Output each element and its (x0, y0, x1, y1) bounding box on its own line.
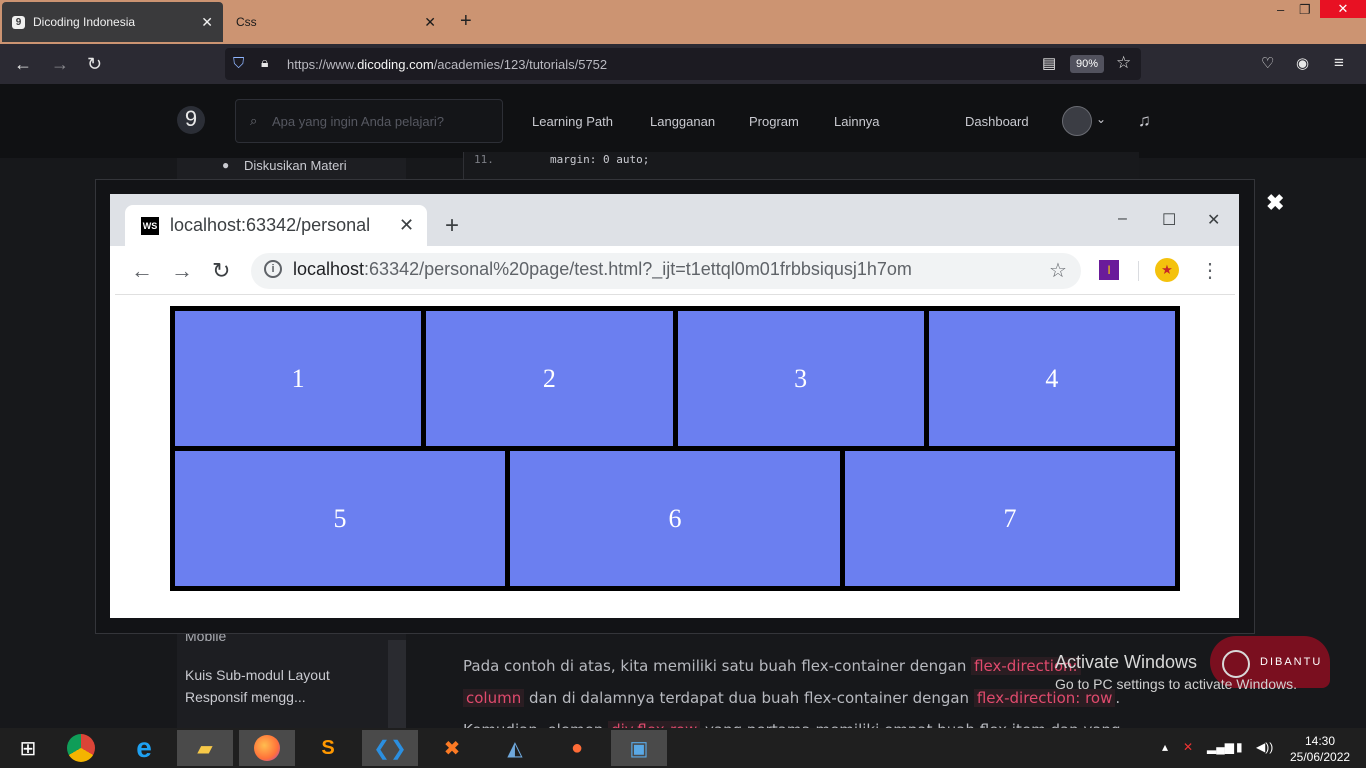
flex-row-1: 1 2 3 4 (175, 311, 1175, 446)
toolbar-divider (1138, 261, 1139, 281)
clock[interactable]: 14:30 25/06/2022 (1290, 733, 1350, 765)
shield-icon[interactable]: ⛉ (233, 55, 244, 72)
inner-url-text: localhost:63342/personal%20page/test.htm… (293, 259, 912, 279)
code-line: margin: 0 auto; (550, 153, 650, 166)
dicoding-logo[interactable]: 9 (177, 106, 205, 134)
bell-icon[interactable]: ♫ (1138, 111, 1151, 131)
sidebar-item-discussion[interactable]: Diskusikan Materi (244, 158, 347, 173)
flex-item-6: 6 (510, 451, 840, 586)
close-icon[interactable]: ✖ (1266, 190, 1284, 216)
mysql-workbench-icon[interactable]: ◭ (487, 730, 543, 766)
volume-icon[interactable]: ◀)) (1256, 740, 1273, 754)
pocket-icon[interactable]: ♡ (1261, 54, 1274, 72)
flex-item-3: 3 (677, 311, 924, 446)
back-arrow-icon: ← (131, 258, 153, 283)
search-icon: ⌕ (250, 113, 258, 128)
chat-icon (1222, 650, 1250, 678)
flex-item-5: 5 (175, 451, 505, 586)
flex-item-2: 2 (426, 311, 673, 446)
reload-icon[interactable]: ↻ (87, 54, 102, 75)
code-line-number: 11. (474, 153, 494, 166)
menu-lainnya[interactable]: Lainnya (834, 114, 880, 129)
vscode-icon[interactable]: ❮❯ (362, 730, 418, 766)
flex-item-7: 7 (845, 451, 1175, 586)
chevron-down-icon[interactable]: ⌄ (1096, 112, 1106, 126)
forward-arrow-icon[interactable]: → (51, 54, 69, 75)
back-arrow-icon[interactable]: ← (14, 54, 32, 75)
xampp-icon[interactable]: ✖ (424, 730, 480, 766)
webstorm-icon: WS (141, 217, 159, 235)
network-error-icon[interactable]: ✕ (1183, 740, 1193, 754)
tab-label: Css (236, 15, 257, 29)
new-tab-plus-icon[interactable]: + (460, 10, 472, 33)
reader-view-icon[interactable]: ▤ (1042, 54, 1056, 72)
internet-explorer-icon[interactable]: e (116, 730, 172, 766)
minimize-icon: – (1118, 210, 1127, 227)
signal-icon[interactable]: ▂▄▆ (1207, 740, 1234, 754)
firefox-icon[interactable] (239, 730, 295, 766)
close-icon: ✕ (399, 215, 415, 235)
forward-arrow-icon: → (171, 258, 193, 283)
photos-icon[interactable]: ▣ (611, 730, 667, 766)
flex-item-4: 4 (928, 311, 1175, 446)
info-icon: i (264, 260, 282, 278)
clock-date: 25/06/2022 (1290, 750, 1351, 764)
extension-icon: I (1099, 260, 1119, 280)
inner-tab-title: localhost:63342/personal (170, 215, 371, 235)
maximize-icon: ☐ (1162, 212, 1177, 229)
lock-icon[interactable]: 🔒︎ (261, 54, 268, 71)
menu-program[interactable]: Program (749, 114, 799, 129)
dicoding-favicon-icon: 9 (12, 15, 25, 29)
profile-avatar-icon: ★ (1155, 258, 1179, 282)
search-placeholder: Apa yang ingin Anda pelajari? (272, 114, 445, 129)
flex-item-1: 1 (175, 311, 422, 446)
close-icon[interactable]: ✕ (201, 14, 213, 31)
close-icon: ✕ (1207, 212, 1221, 229)
chrome-icon[interactable] (53, 730, 109, 766)
zoom-badge[interactable]: 90% (1070, 55, 1104, 73)
new-tab-plus-icon: + (445, 212, 460, 239)
bookmark-star-icon: ☆ (1049, 260, 1067, 282)
inline-code: column (463, 689, 525, 707)
sublime-text-icon[interactable]: S (300, 730, 356, 766)
activate-windows-title: Activate Windows (1055, 652, 1198, 672)
close-window-button[interactable]: ✕ (1320, 0, 1366, 18)
menu-hamburger-icon[interactable]: ≡ (1334, 53, 1344, 73)
tab-css[interactable]: Css ✕ (224, 2, 446, 42)
chat-icon: ● (222, 158, 230, 172)
activate-windows-subtitle: Go to PC settings to activate Windows. (1055, 676, 1297, 692)
kebab-menu-icon: ⋮ (1200, 260, 1220, 282)
menu-dashboard[interactable]: Dashboard (965, 114, 1029, 129)
account-icon[interactable]: ◉ (1296, 54, 1309, 72)
tab-label: Dicoding Indonesia (33, 15, 136, 29)
flex-container-column: 1 2 3 4 5 6 7 (170, 306, 1180, 591)
postman-icon[interactable]: ● (549, 730, 605, 766)
reload-icon: ↻ (212, 258, 231, 283)
tab-dicoding[interactable]: 9 Dicoding Indonesia ✕ (2, 2, 223, 42)
minimize-icon[interactable]: – (1277, 2, 1284, 17)
flex-row-2: 5 6 7 (175, 451, 1175, 586)
menu-langganan[interactable]: Langganan (650, 114, 715, 129)
windows-start-icon[interactable]: ⊞ (0, 730, 56, 766)
bookmark-star-icon[interactable]: ☆ (1116, 53, 1131, 73)
tray-chevron-up-icon[interactable]: ▴ (1162, 740, 1168, 754)
url-text[interactable]: https://www.dicoding.com/academies/123/t… (287, 57, 607, 72)
restore-icon[interactable]: ❐ (1299, 2, 1311, 18)
avatar[interactable] (1062, 106, 1092, 136)
clock-time: 14:30 (1304, 734, 1336, 748)
sidebar-scrollbar[interactable] (388, 640, 406, 728)
menu-learning-path[interactable]: Learning Path (532, 114, 613, 129)
close-icon[interactable]: ✕ (424, 14, 436, 31)
battery-icon[interactable]: ▮ (1236, 740, 1243, 754)
file-explorer-icon[interactable]: ▰ (177, 730, 233, 766)
sidebar-item-quiz[interactable]: Kuis Sub-modul Layout Responsif mengg... (185, 664, 375, 708)
